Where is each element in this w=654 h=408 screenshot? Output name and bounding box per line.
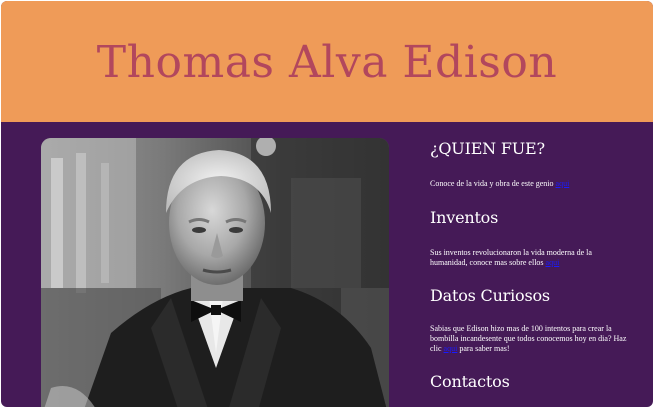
section-text-quien-fue: Conoce de la vida y obra de este genio a… [430, 179, 640, 189]
section-body-text: Sus inventos revolucionaron la vida mode… [430, 248, 592, 267]
page: Thomas Alva Edison ¿QUIEN FUE? Conoce de… [1, 1, 653, 407]
edison-portrait-image [41, 138, 389, 407]
section-body-text-after: para saber mas! [459, 344, 510, 353]
section-text-datos-curiosos: Sabias que Edison hizo mas de 100 intent… [430, 324, 630, 354]
section-datos-curiosos: Datos Curiosos Sabias que Edison hizo ma… [430, 285, 640, 353]
site-title: Thomas Alva Edison [96, 37, 558, 88]
quien-fue-link[interactable]: aqui [556, 179, 570, 188]
section-heading-quien-fue: ¿QUIEN FUE? [430, 139, 545, 158]
datos-curiosos-link[interactable]: aqui [444, 344, 458, 353]
section-text-inventos: Sus inventos revolucionaron la vida mode… [430, 248, 630, 268]
section-heading-contactos: Contactos [430, 372, 510, 391]
site-header: Thomas Alva Edison [1, 1, 653, 122]
inventos-link[interactable]: aqui [546, 258, 560, 267]
section-inventos: Inventos Sus inventos revolucionaron la … [430, 207, 640, 267]
section-heading-datos-curiosos: Datos Curiosos [430, 286, 550, 305]
section-quien-fue: ¿QUIEN FUE? Conoce de la vida y obra de … [430, 138, 640, 188]
section-heading-inventos: Inventos [430, 208, 499, 227]
section-body-text: Conoce de la vida y obra de este genio [430, 179, 554, 188]
section-contactos: Contactos [430, 371, 640, 393]
